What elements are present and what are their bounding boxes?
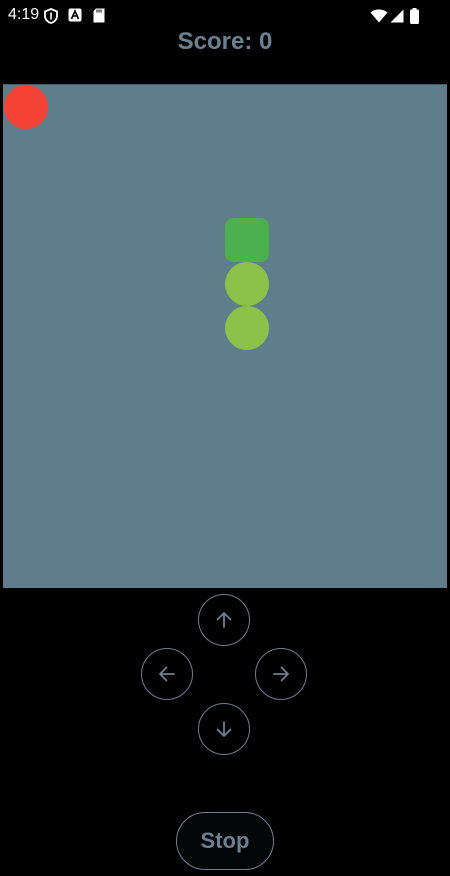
signal-icon (390, 9, 404, 28)
wifi-icon (370, 9, 388, 28)
battery-icon (410, 8, 419, 29)
snake-head (225, 218, 269, 262)
game-screen: 4:19 Score: 0 Stop (0, 0, 450, 876)
a-badge-icon (68, 8, 82, 27)
arrow-up-icon (213, 609, 235, 631)
stop-button[interactable]: Stop (176, 812, 274, 870)
right-button[interactable] (255, 648, 307, 700)
left-button[interactable] (141, 648, 193, 700)
down-button[interactable] (198, 703, 250, 755)
arrow-down-icon (213, 718, 235, 740)
food-apple (4, 85, 48, 129)
game-board[interactable] (3, 84, 447, 588)
status-time: 4:19 (8, 6, 40, 23)
snake-body-segment (225, 306, 269, 350)
sd-card-icon (93, 8, 105, 28)
arrow-left-icon (156, 663, 178, 685)
up-button[interactable] (198, 594, 250, 646)
arrow-right-icon (270, 663, 292, 685)
shield-icon (44, 8, 58, 29)
score-label: Score: 0 (177, 28, 273, 55)
snake-body-segment (225, 262, 269, 306)
